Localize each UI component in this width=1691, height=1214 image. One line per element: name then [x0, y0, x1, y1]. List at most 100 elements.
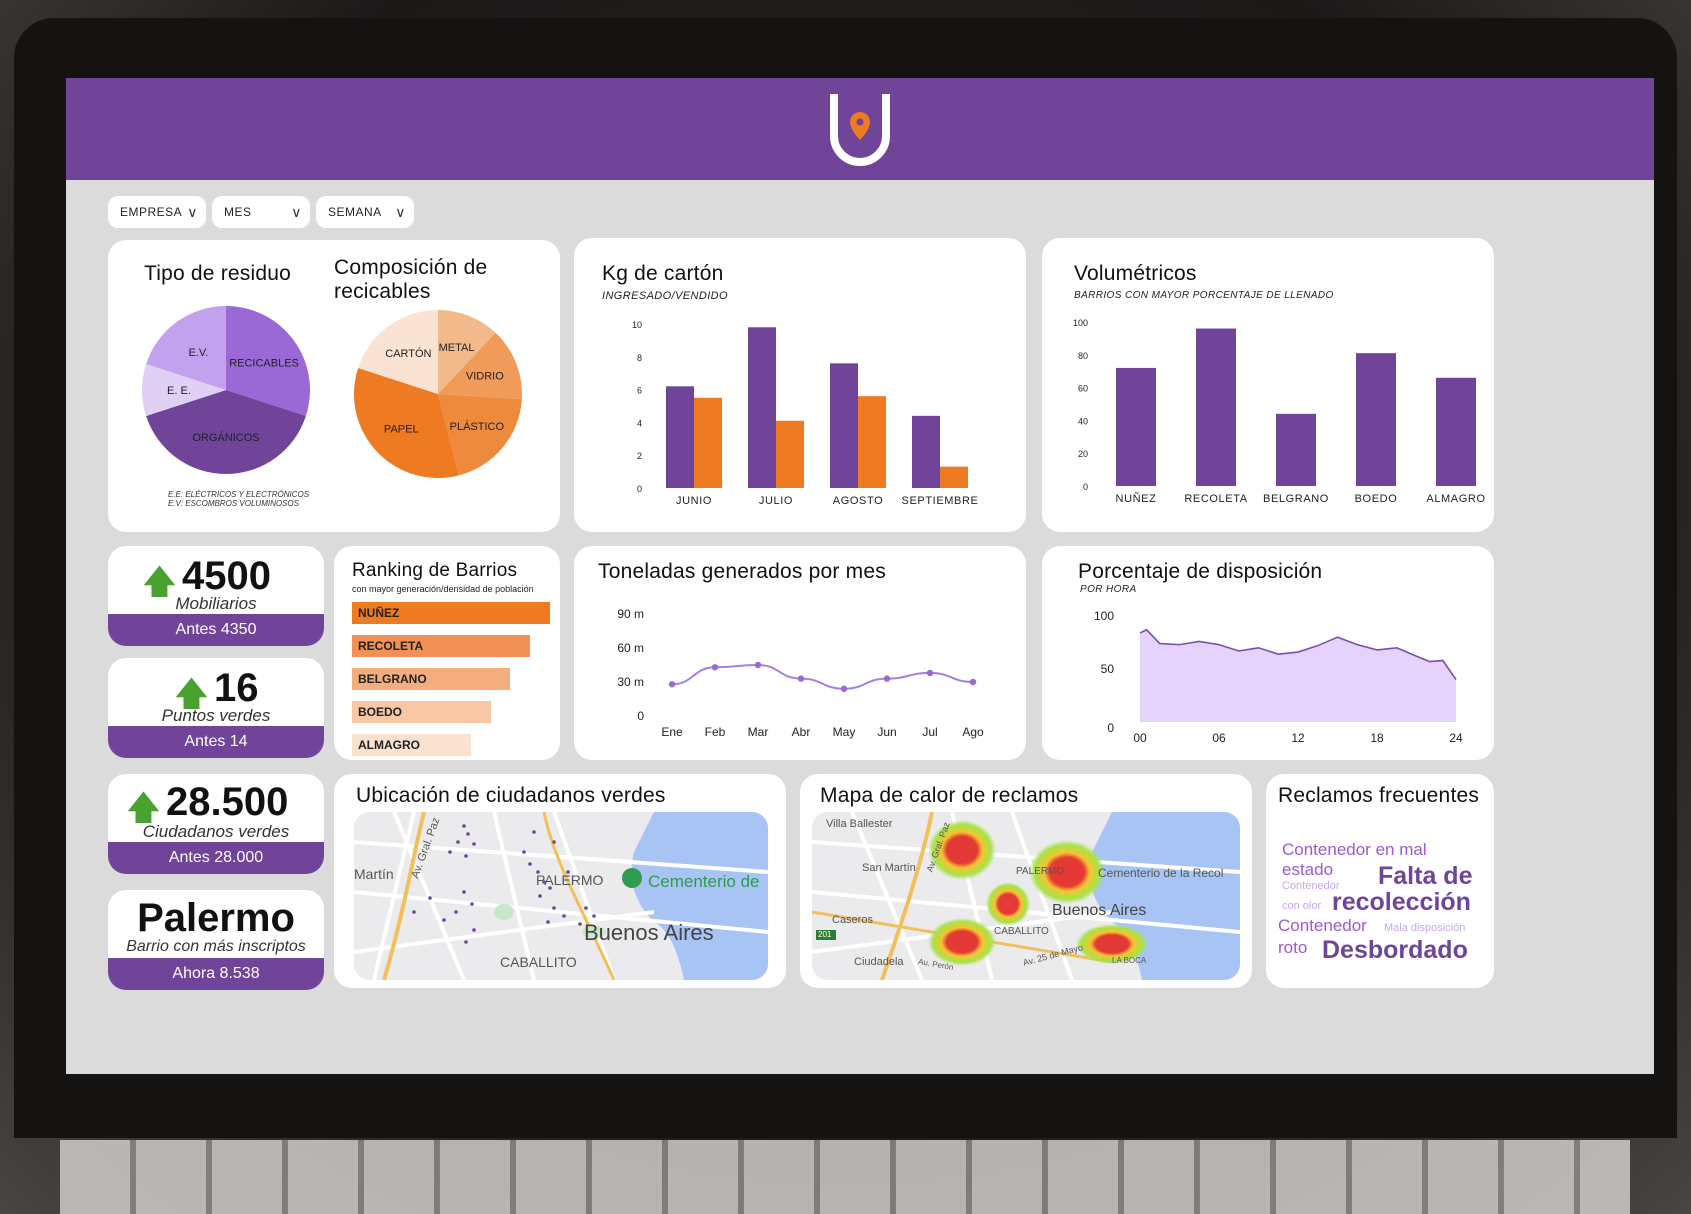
toneladas-card: Toneladas generados por mes 0 30 m 60 m 90 …	[574, 546, 1026, 760]
citizen-dot	[412, 910, 416, 914]
x-tick-label: NUÑEZ	[1116, 492, 1157, 505]
filter-mes[interactable]: MES ∨	[212, 196, 310, 228]
map-ciudadanos[interactable]: PALERMO Cementerio de Buenos Aires CABAL…	[354, 812, 768, 980]
ranking-bar: NUÑEZ	[352, 602, 550, 624]
x-tick-label: 18	[1370, 731, 1384, 745]
citizen-dot	[592, 914, 596, 918]
top-bar	[66, 78, 1654, 180]
map-label-buenos-aires: Buenos Aires	[1052, 902, 1147, 919]
citizen-dot	[464, 854, 468, 858]
filter-semana[interactable]: SEMANA ∨	[316, 196, 414, 228]
y-tick-label: 4	[637, 418, 642, 428]
citizen-dot	[578, 922, 582, 926]
pie-chart-composicion: METAL VIDRIO PLÁSTICO PAPEL CARTÓN	[354, 310, 522, 478]
x-tick-label: JULIO	[759, 495, 793, 507]
bar	[694, 397, 722, 488]
x-tick-label: May	[833, 725, 856, 739]
filter-label: SEMANA	[328, 205, 382, 219]
dashboard-screen: EMPRESA ∨ MES ∨ SEMANA ∨ Tipo de residuo…	[66, 78, 1654, 1074]
map-calor[interactable]: Villa Ballester San Martín PALERMO Cemen…	[812, 812, 1240, 980]
composicion-title: Composición de recicables	[334, 256, 488, 303]
x-tick-label: AGOSTO	[833, 495, 883, 507]
kpi-value: 16	[214, 666, 259, 710]
bar	[830, 363, 858, 488]
data-point	[969, 678, 977, 686]
map-label-ruta-201: 201	[818, 930, 832, 939]
y-tick-label: 20	[1078, 449, 1088, 459]
y-tick-label: 40	[1078, 416, 1088, 426]
kpi-foot: Antes 28.000	[108, 842, 324, 874]
word-desbordado: Desbordado	[1322, 936, 1468, 964]
bar-chart-volumetricos: 0 20 40 60 80 100 NUÑEZ RECOLETA BELGRANO BOEDO AL…	[1073, 318, 1485, 505]
area-chart-disposicion: 0 50 100 00 06 12 18 24	[1094, 609, 1463, 745]
y-tick-label: 8	[637, 353, 642, 363]
ranking-title: Ranking de Barrios	[352, 560, 518, 581]
x-tick-label: Jun	[877, 725, 896, 739]
y-tick-label: 100	[1073, 318, 1088, 328]
x-tick-label: 12	[1291, 731, 1305, 745]
x-tick-label: BOEDO	[1355, 493, 1398, 505]
bar	[858, 396, 886, 488]
pie-label: METAL	[439, 342, 475, 354]
pie-label: CARTÓN	[385, 347, 431, 360]
word-recoleccion: recolección	[1332, 888, 1471, 916]
y-tick-label: 0	[637, 709, 644, 723]
bar	[776, 420, 804, 488]
map-label-palermo: PALERMO	[536, 872, 604, 888]
ranking-bar: ALMAGRO	[352, 734, 471, 756]
chevron-down-icon: ∨	[291, 203, 302, 220]
kpi-foot: Antes 4350	[108, 614, 324, 646]
x-tick-label: 06	[1212, 731, 1226, 745]
citizen-dot	[428, 896, 432, 900]
bar	[1436, 377, 1476, 486]
ranking-card: Ranking de Barrios con mayor generación/…	[334, 546, 560, 760]
kpi-value: Palermo	[137, 896, 295, 940]
citizen-dot	[472, 842, 476, 846]
word-contenedor-small: Contenedor	[1282, 880, 1340, 892]
volumetricos-card: Volumétricos BARRIOS CON MAYOR PORCENTAJ…	[1042, 238, 1494, 532]
citizen-dot	[532, 830, 536, 834]
citizen-dot	[522, 850, 526, 854]
map-label-ciudadela: Ciudadela	[854, 956, 904, 968]
data-point	[840, 685, 848, 692]
map-label-cementerio: Cementerio de la Recol	[1098, 866, 1224, 880]
citizen-dot	[462, 890, 466, 894]
tipo-residuo-title: Tipo de residuo	[144, 262, 291, 285]
chevron-down-icon: ∨	[187, 203, 198, 220]
citizen-dot	[552, 906, 556, 910]
word-estado: estado	[1282, 860, 1334, 879]
y-tick-label: 80	[1078, 351, 1088, 361]
filter-label: EMPRESA	[120, 205, 183, 219]
kpi-label: Ciudadanos verdes	[142, 822, 290, 841]
citizen-dot	[462, 824, 466, 828]
citizen-dot	[546, 920, 550, 924]
citizen-dot	[528, 862, 532, 866]
kpi-foot: Antes 14	[108, 726, 324, 758]
kpi-mobiliarios: 🡅 4500 Mobiliarios Antes 4350	[108, 546, 324, 646]
logo-icon	[830, 94, 890, 166]
map-label-caballito: CABALLITO	[994, 926, 1049, 937]
map-label-villa-ballester: Villa Ballester	[826, 818, 893, 830]
map-label-buenos-aires: Buenos Aires	[584, 920, 714, 945]
y-tick-label: 10	[632, 320, 642, 330]
y-tick-label: 30 m	[617, 675, 644, 689]
word-contenedor: Contenedor	[1278, 916, 1367, 935]
citizen-dot	[466, 832, 470, 836]
x-tick-label: Feb	[705, 725, 726, 739]
pie-label: RECICABLES	[229, 357, 299, 369]
citizen-dot	[456, 840, 460, 844]
kpi-ciudadanos-verdes: 🡅 28.500 Ciudadanos verdes Antes 28.000	[108, 774, 324, 874]
y-tick-label: 0	[1083, 482, 1088, 492]
pie-label: VIDRIO	[466, 370, 504, 382]
word-roto: roto	[1278, 938, 1308, 957]
filter-empresa[interactable]: EMPRESA ∨	[108, 196, 206, 228]
map-label-caseros: Caseros	[832, 914, 873, 926]
citizen-dot	[442, 918, 446, 922]
chevron-down-icon: ∨	[395, 203, 406, 220]
kpi-label: Puntos verdes	[161, 706, 271, 725]
map-label-la-boca: LA BOCA	[1112, 956, 1147, 965]
calor-card: Mapa de calor de reclamos Villa Balleste…	[800, 774, 1252, 988]
bar	[940, 466, 968, 488]
x-tick-label: 24	[1449, 731, 1463, 745]
x-tick-label: SEPTIEMBRE	[902, 495, 979, 507]
